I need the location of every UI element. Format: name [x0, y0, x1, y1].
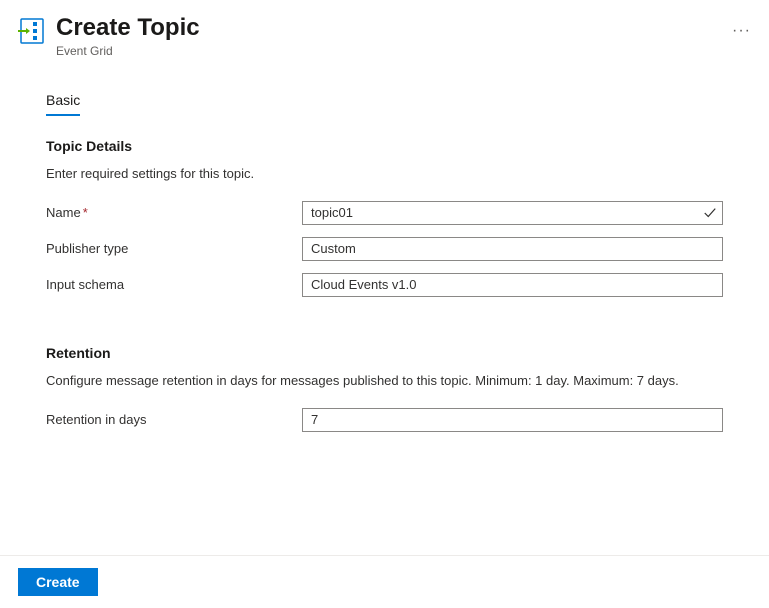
section-title-retention: Retention [46, 345, 723, 361]
retention-days-input[interactable] [302, 408, 723, 432]
more-actions-button[interactable]: ··· [732, 22, 751, 40]
tabs: Basic [0, 68, 769, 116]
topic-icon [18, 18, 44, 44]
footer: Create [0, 555, 769, 608]
page-subtitle: Event Grid [56, 44, 702, 58]
row-publisher-type: Publisher type [46, 237, 723, 261]
page-header: Create Topic Event Grid ··· [0, 0, 769, 68]
required-indicator: * [83, 205, 88, 220]
label-input-schema: Input schema [46, 277, 302, 292]
row-input-schema: Input schema [46, 273, 723, 297]
input-schema-input[interactable] [302, 273, 723, 297]
section-retention: Retention Configure message retention in… [46, 345, 723, 432]
row-name: Name* [46, 201, 723, 225]
label-retention-days: Retention in days [46, 412, 302, 427]
tab-basic[interactable]: Basic [46, 92, 80, 116]
name-input[interactable] [302, 201, 723, 225]
section-topic-details: Topic Details Enter required settings fo… [46, 138, 723, 297]
publisher-type-input[interactable] [302, 237, 723, 261]
page-title: Create Topic [56, 14, 702, 43]
label-name: Name* [46, 205, 302, 220]
label-publisher-type: Publisher type [46, 241, 302, 256]
create-button[interactable]: Create [18, 568, 98, 596]
content-area: Topic Details Enter required settings fo… [0, 116, 769, 432]
section-desc-topic-details: Enter required settings for this topic. [46, 166, 723, 181]
section-title-topic-details: Topic Details [46, 138, 723, 154]
check-icon [703, 206, 717, 220]
row-retention-days: Retention in days [46, 408, 723, 432]
section-desc-retention: Configure message retention in days for … [46, 373, 723, 388]
